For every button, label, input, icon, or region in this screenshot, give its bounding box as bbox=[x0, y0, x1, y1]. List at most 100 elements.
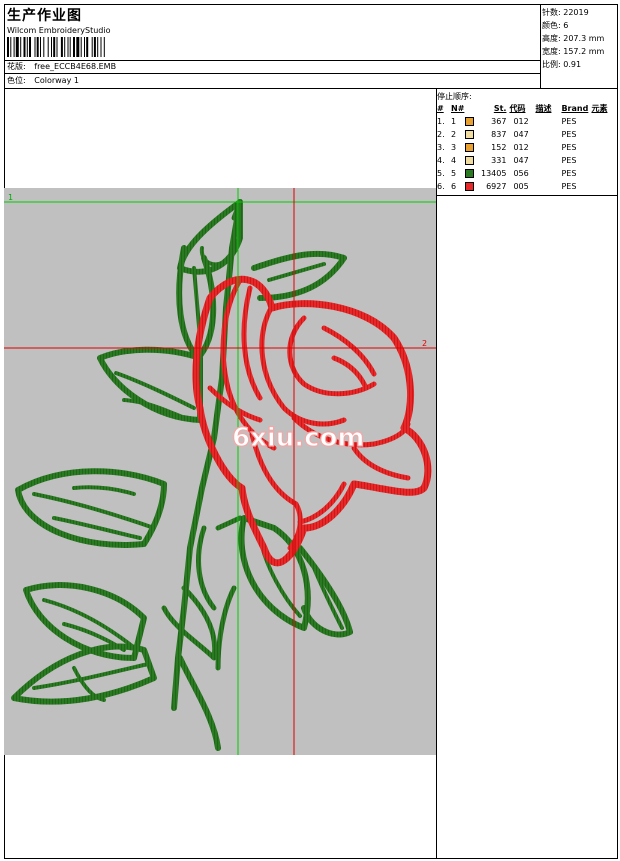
barcode-bar bbox=[23, 37, 26, 57]
color-swatch bbox=[464, 143, 474, 152]
legend-divider-vertical bbox=[436, 88, 437, 859]
software-name: Wilcom EmbroideryStudio bbox=[7, 26, 111, 35]
row-brand: PES bbox=[561, 117, 577, 126]
row-number: 3. bbox=[437, 143, 445, 152]
row-element bbox=[591, 128, 607, 141]
row-number: 6. bbox=[437, 182, 445, 191]
barcode-bar bbox=[40, 37, 41, 57]
colorway-label: 色位: bbox=[7, 76, 26, 85]
row-desc bbox=[535, 167, 561, 180]
header-divider-vertical bbox=[540, 4, 541, 88]
header-divider-1 bbox=[4, 60, 540, 61]
barcode-bar bbox=[64, 37, 66, 57]
row-code: 005 bbox=[513, 182, 529, 191]
legend-row: 3. 3 152 012 PES bbox=[437, 141, 607, 154]
watermark-text: 6xiu.com bbox=[232, 423, 365, 453]
row-stitches: 331 bbox=[491, 156, 507, 165]
guide-label-1: 1 bbox=[8, 193, 13, 202]
stat-colors: 颜色: 6 bbox=[542, 21, 569, 30]
design-row: 花版: free_ECCB4E68.EMB bbox=[7, 62, 116, 72]
row-desc bbox=[535, 180, 561, 193]
row-brand: PES bbox=[561, 156, 577, 165]
barcode-bar bbox=[69, 37, 71, 57]
barcode-bar bbox=[103, 37, 105, 57]
row-number: 4. bbox=[437, 156, 445, 165]
row-stitches: 13405 bbox=[481, 169, 507, 178]
row-stitches: 837 bbox=[491, 130, 507, 139]
row-brand: PES bbox=[561, 182, 577, 191]
barcode-bar bbox=[7, 37, 9, 57]
barcode-bar bbox=[86, 37, 89, 57]
row-code: 047 bbox=[513, 156, 529, 165]
design-filename: free_ECCB4E68.EMB bbox=[34, 62, 117, 71]
legend-bottom-rule bbox=[436, 195, 618, 196]
barcode-bar bbox=[34, 37, 36, 57]
color-swatch bbox=[464, 169, 474, 178]
barcode-bar bbox=[43, 37, 45, 57]
barcode-bar bbox=[47, 37, 49, 57]
col-code: 代码 bbox=[509, 104, 526, 113]
row-element bbox=[591, 141, 607, 154]
barcode-bar bbox=[13, 37, 15, 57]
barcode-bar bbox=[51, 37, 52, 57]
embroidery-design: 1 2 6xiu.com bbox=[4, 188, 436, 755]
stat-stitches: 针数: 22019 bbox=[542, 8, 589, 17]
design-preview-canvas: 1 2 6xiu.com bbox=[4, 188, 436, 755]
col-desc: 描述 bbox=[535, 104, 552, 113]
row-needle: 3 bbox=[451, 141, 481, 154]
row-stitches: 152 bbox=[491, 143, 507, 152]
barcode-bar bbox=[76, 37, 80, 57]
row-element bbox=[591, 115, 607, 128]
barcode-bar bbox=[20, 37, 22, 57]
colorway-row: 色位: Colorway 1 bbox=[7, 76, 79, 86]
barcode-bar bbox=[10, 37, 12, 57]
row-desc bbox=[535, 115, 561, 128]
stat-height: 高度: 207.3 mm bbox=[542, 34, 605, 43]
barcode-bar bbox=[100, 37, 102, 57]
header-divider-2 bbox=[4, 73, 540, 74]
barcode-bar bbox=[73, 37, 75, 57]
header-bottom-rule bbox=[4, 88, 618, 89]
row-code: 012 bbox=[513, 117, 529, 126]
color-swatch bbox=[464, 130, 474, 139]
stat-scale: 比例: 0.91 bbox=[542, 60, 582, 69]
row-stitches: 6927 bbox=[486, 182, 507, 191]
guide-label-2: 2 bbox=[422, 339, 427, 348]
color-sequence-legend: 停止顺序: # N# St. 代码 描述 Brand 元素 1. 1 367 012… bbox=[437, 91, 617, 193]
row-number: 1. bbox=[437, 117, 445, 126]
color-swatch bbox=[464, 156, 474, 165]
row-brand: PES bbox=[561, 169, 577, 178]
barcode-bar bbox=[91, 37, 93, 57]
row-needle: 2 bbox=[451, 128, 481, 141]
row-needle: 5 bbox=[451, 167, 481, 180]
row-needle: 6 bbox=[451, 180, 481, 193]
row-desc bbox=[535, 128, 561, 141]
row-code: 012 bbox=[513, 143, 529, 152]
col-num: # bbox=[437, 104, 444, 113]
barcode bbox=[7, 37, 105, 57]
barcode-bar bbox=[56, 37, 58, 57]
row-number: 5. bbox=[437, 169, 445, 178]
barcode-bar bbox=[93, 37, 96, 57]
barcode-bar bbox=[84, 37, 85, 57]
row-stitches: 367 bbox=[491, 117, 507, 126]
legend-row: 6. 6 6927 005 PES bbox=[437, 180, 607, 193]
legend-title: 停止顺序: bbox=[437, 92, 472, 101]
row-element bbox=[591, 167, 607, 180]
barcode-bar bbox=[15, 37, 19, 57]
row-desc bbox=[535, 154, 561, 167]
colorway-value: Colorway 1 bbox=[34, 76, 79, 85]
barcode-bar bbox=[29, 37, 31, 57]
row-brand: PES bbox=[561, 130, 577, 139]
legend-row: 4. 4 331 047 PES bbox=[437, 154, 607, 167]
col-needle: N# bbox=[451, 104, 465, 113]
stat-width: 宽度: 157.2 mm bbox=[542, 47, 605, 56]
barcode-bar bbox=[26, 37, 28, 57]
legend-row: 2. 2 837 047 PES bbox=[437, 128, 607, 141]
row-brand: PES bbox=[561, 143, 577, 152]
row-element bbox=[591, 180, 607, 193]
legend-row: 1. 1 367 012 PES bbox=[437, 115, 607, 128]
col-element: 元素 bbox=[591, 104, 608, 113]
legend-row: 5. 5 13405 056 PES bbox=[437, 167, 607, 180]
col-stitches: St. bbox=[493, 104, 507, 113]
